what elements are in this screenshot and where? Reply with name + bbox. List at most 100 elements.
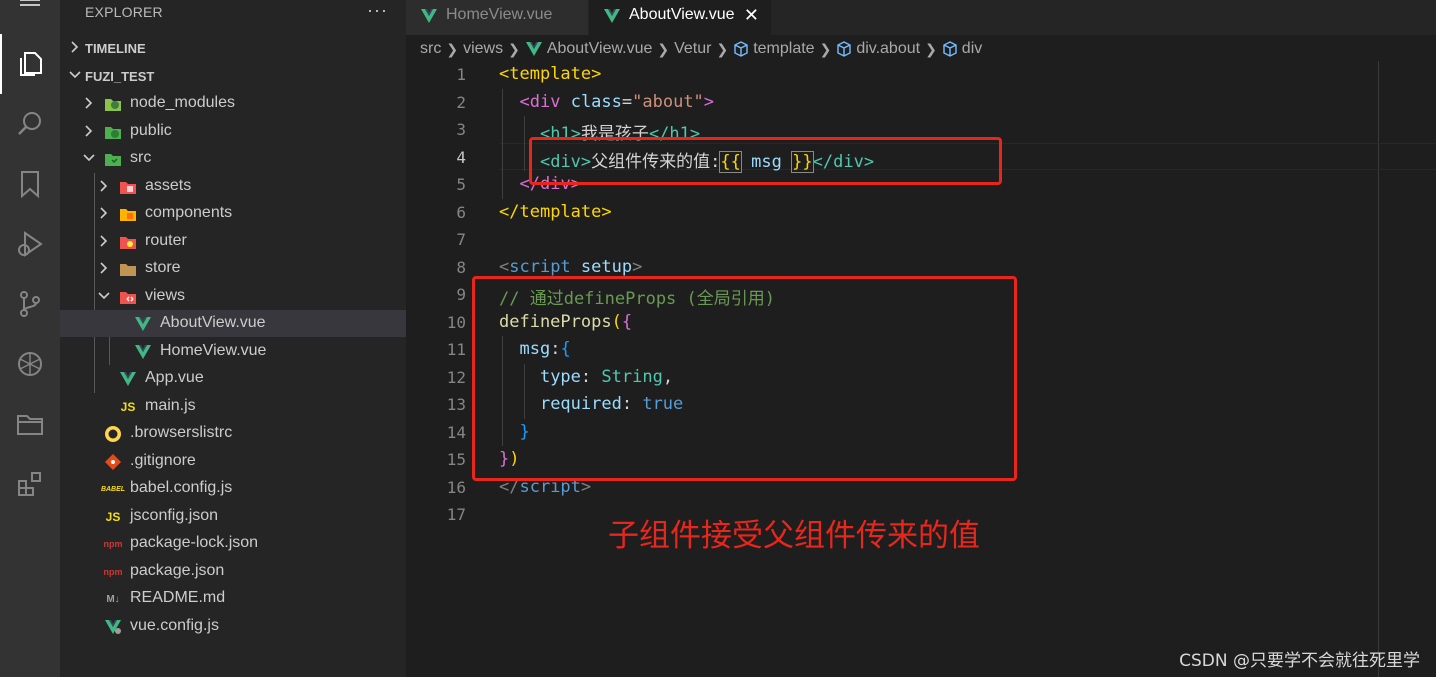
breadcrumb: src ❯ views ❯ AboutView.vue ❯ Vetur ❯ te… <box>420 38 982 60</box>
tree-file-app-vue[interactable]: App.vue <box>60 365 406 392</box>
npm-icon: npm <box>103 539 123 549</box>
tree-file-package-lock[interactable]: npm package-lock.json <box>60 530 406 557</box>
line-number: 12 <box>446 368 466 387</box>
tree-item-label: public <box>130 122 172 139</box>
breadcrumb-item[interactable]: src <box>420 40 441 58</box>
timeline-title: TIMELINE <box>85 41 146 56</box>
tree-item-label: package.json <box>130 562 225 579</box>
js-file-icon: JS <box>120 400 136 414</box>
line-number: 15 <box>446 450 466 469</box>
highlight-box-template <box>529 137 1002 185</box>
code-line: <script setup> <box>499 257 642 277</box>
tree-file-browserslistrc[interactable]: .browserslistrc <box>60 420 406 447</box>
router-folder-icon <box>119 233 137 251</box>
tree-folder-assets[interactable]: assets <box>60 173 406 200</box>
annotation-caption: 子组件接受父组件传来的值 <box>608 518 980 554</box>
project-section[interactable]: FUZI_TEST <box>60 64 406 90</box>
line-number: 6 <box>456 203 466 222</box>
run-debug-icon[interactable] <box>0 214 60 274</box>
tree-folder-views[interactable]: views <box>60 283 406 310</box>
extensions-icon[interactable] <box>0 454 60 514</box>
folder-icon <box>119 260 137 278</box>
public-folder-icon <box>104 123 122 141</box>
tree-item-label: package-lock.json <box>130 534 259 551</box>
more-actions-icon[interactable]: ··· <box>367 0 388 21</box>
tree-item-label: node_modules <box>130 94 235 111</box>
chevron-right-icon <box>71 41 79 53</box>
browserslist-icon <box>104 425 122 443</box>
tree-item-label: .gitignore <box>130 452 196 469</box>
timeline-section[interactable]: TIMELINE <box>60 36 406 62</box>
code-line: <div class="about"> <box>499 92 714 112</box>
token: div <box>529 92 561 112</box>
token: > <box>703 92 715 112</box>
explorer-title: EXPLORER <box>85 4 163 20</box>
close-icon[interactable]: ✕ <box>744 5 759 26</box>
npm-icon: npm <box>103 567 123 577</box>
tree-file-jsconfig[interactable]: JS jsconfig.json <box>60 503 406 530</box>
tree-folder-router[interactable]: router <box>60 228 406 255</box>
assets-folder-icon <box>119 178 137 196</box>
line-number: 11 <box>446 340 466 359</box>
git-icon <box>104 453 122 471</box>
vue-file-icon <box>119 370 137 388</box>
chevron-down-icon <box>83 154 95 162</box>
tree-file-vue-config[interactable]: vue.config.js <box>60 613 406 640</box>
bookmark-icon[interactable] <box>0 154 60 214</box>
views-folder-icon <box>119 288 137 306</box>
chevron-down-icon <box>69 71 81 79</box>
tree-folder-public[interactable]: public <box>60 118 406 145</box>
line-number: 16 <box>446 478 466 497</box>
chevron-right-icon: ❯ <box>446 40 459 57</box>
tree-file-gitignore[interactable]: .gitignore <box>60 448 406 475</box>
vue-file-icon <box>604 9 620 23</box>
explorer-icon[interactable] <box>0 34 60 94</box>
tree-file-babel-config[interactable]: BABEL babel.config.js <box>60 475 406 502</box>
breadcrumb-item[interactable]: views <box>463 40 503 58</box>
source-control-icon[interactable] <box>0 274 60 334</box>
tree-item-label: router <box>145 232 187 249</box>
folder-manager-icon[interactable] <box>0 394 60 454</box>
tree-item-label: HomeView.vue <box>160 342 267 359</box>
line-number: 7 <box>456 230 466 249</box>
breadcrumb-item[interactable]: template <box>753 40 814 58</box>
tree-folder-src[interactable]: src <box>60 145 406 172</box>
chevron-down-icon <box>98 292 110 300</box>
code-line: <template> <box>499 64 601 84</box>
search-icon[interactable] <box>0 94 60 154</box>
breadcrumb-item[interactable]: AboutView.vue <box>547 40 653 58</box>
tree-folder-store[interactable]: store <box>60 255 406 282</box>
tab-label: HomeView.vue <box>446 6 553 23</box>
tab-homeview[interactable]: HomeView.vue <box>406 0 588 35</box>
tab-aboutview[interactable]: AboutView.vue ✕ <box>589 0 771 35</box>
tree-item-label: main.js <box>145 397 196 414</box>
line-number: 8 <box>456 258 466 277</box>
tree-item-label: AboutView.vue <box>160 314 266 331</box>
tree-file-package-json[interactable]: npm package.json <box>60 558 406 585</box>
chevron-right-icon: ❯ <box>657 40 670 57</box>
src-folder-icon <box>104 150 122 168</box>
tree-folder-node-modules[interactable]: node_modules <box>60 90 406 117</box>
cube-icon <box>943 41 957 57</box>
menu-icon[interactable] <box>0 0 60 13</box>
openai-icon[interactable] <box>0 334 60 394</box>
tree-item-label: components <box>145 204 233 221</box>
line-number: 9 <box>456 285 466 304</box>
chevron-right-icon: ❯ <box>508 40 520 57</box>
tree-file-aboutview[interactable]: AboutView.vue <box>60 310 406 337</box>
line-number: 13 <box>446 395 466 414</box>
tree-folder-components[interactable]: components <box>60 200 406 227</box>
breadcrumb-item[interactable]: div <box>962 40 982 58</box>
tree-item-label: .browserslistrc <box>130 424 233 441</box>
tree-item-label: jsconfig.json <box>130 507 219 524</box>
breadcrumb-item[interactable]: Vetur <box>674 40 711 58</box>
token: class <box>570 92 622 112</box>
tab-bar: HomeView.vue AboutView.vue ✕ <box>406 0 1436 35</box>
tree-file-readme[interactable]: M↓ README.md <box>60 585 406 612</box>
tree-file-main-js[interactable]: JS main.js <box>60 393 406 420</box>
breadcrumb-item[interactable]: div.about <box>856 40 920 58</box>
activity-bar <box>0 0 60 677</box>
explorer-sidebar: EXPLORER ··· TIMELINE FUZI_TEST node_mod… <box>60 0 406 677</box>
tree-file-homeview[interactable]: HomeView.vue <box>60 338 406 365</box>
code-line: </template> <box>499 202 612 222</box>
